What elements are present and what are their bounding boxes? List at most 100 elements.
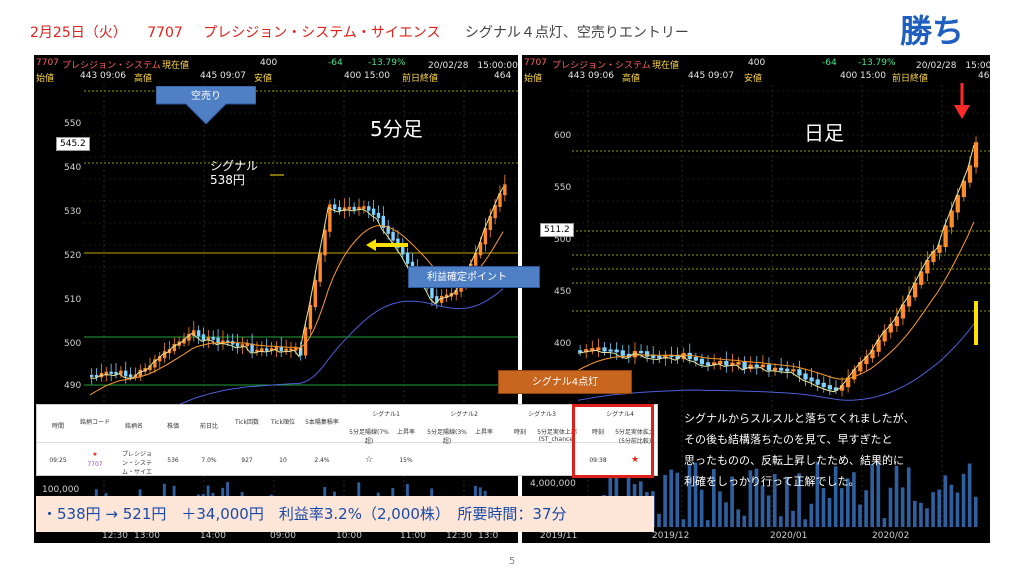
candle <box>196 330 201 337</box>
candle <box>602 347 607 352</box>
x-tick: 09:00 <box>270 531 296 541</box>
volume-bar <box>657 513 661 527</box>
volume-bar <box>724 502 728 527</box>
left-prev-label: 前日終値 <box>402 74 439 84</box>
th-accum: 5本陽集積率 <box>305 419 339 426</box>
volume-bar <box>699 489 704 527</box>
th-name: 銘柄名 <box>124 423 143 430</box>
th-change: 前日比 <box>199 423 218 430</box>
candle <box>162 351 167 359</box>
th-signal1: シグナル1 <box>372 411 400 418</box>
signal4-highlight-box <box>572 404 654 478</box>
volume-bar <box>864 490 868 527</box>
volume-bar <box>779 516 783 527</box>
left-quote-header: 7707 プレシジョン・システム 現在値 400 -64 -13.79% 20/… <box>34 55 518 84</box>
candle <box>405 252 410 264</box>
candle <box>124 370 128 377</box>
y-tick: 550 <box>64 119 82 129</box>
candle <box>503 184 507 196</box>
candle <box>337 207 342 211</box>
candle <box>596 347 601 351</box>
right-now-label: 現在値 <box>652 61 680 71</box>
left-high-label: 高値 <box>134 74 153 84</box>
candle <box>608 349 613 352</box>
candle <box>201 334 206 341</box>
moving-average-line <box>577 221 975 380</box>
x-tick: 2020/01 <box>770 531 808 541</box>
th-tick-count: Tick回数 <box>235 419 259 426</box>
left-high: 445 09:07 <box>200 71 246 81</box>
volume-bar <box>955 492 960 527</box>
volume-bar <box>919 502 923 527</box>
y-tick: 510 <box>64 295 82 305</box>
candle <box>967 165 973 183</box>
candle <box>439 295 444 303</box>
candle <box>973 142 979 168</box>
right-name: プレシジョン・システム <box>552 61 651 71</box>
candle <box>754 364 759 368</box>
th-code: 銘柄コード <box>79 419 110 426</box>
volume-bar <box>925 508 929 527</box>
page-number: 5 <box>508 556 516 567</box>
slide-title: 2月25日（火） 7707 プレシジョン・システム・サイエンス シグナル４点灯、… <box>30 22 689 42</box>
left-now-label: 現在値 <box>162 61 190 71</box>
candle <box>391 231 395 241</box>
candle <box>352 206 356 210</box>
y-tick: 600 <box>554 131 572 141</box>
left-name: プレシジョン・システム <box>62 61 161 71</box>
candle <box>347 206 352 210</box>
volume-bar <box>766 495 771 527</box>
timeframe-5min-label: 5分足 <box>370 117 423 141</box>
right-prev-label: 前日終値 <box>892 74 929 84</box>
candle <box>323 229 327 256</box>
sell-point-arrow-icon <box>954 105 970 119</box>
th-time: 時間 <box>51 423 64 430</box>
candle <box>766 364 772 371</box>
candle <box>371 208 376 215</box>
candle <box>211 336 215 340</box>
th-sub: 5分足陽線(7%超) <box>349 429 389 445</box>
volume-bar <box>803 519 808 527</box>
candle <box>705 362 711 366</box>
candle <box>791 369 796 372</box>
x-tick: 10:00 <box>336 531 362 541</box>
volume-bar <box>675 472 680 527</box>
volume-bar <box>937 489 942 527</box>
volume-bar <box>888 487 893 527</box>
profit-take-callout: 利益確定ポイント <box>408 266 540 288</box>
candle <box>779 367 784 371</box>
y-tick: 520 <box>64 251 82 261</box>
y-tick: 500 <box>554 235 572 245</box>
table-row: 09:25 ★ 7707 プレシジョン・システム・サイエ 536 7.0% 92… <box>37 445 657 476</box>
candle <box>742 361 747 369</box>
volume-bar <box>839 488 844 527</box>
favorite-star-icon: ★ <box>92 451 98 458</box>
moving-average-line <box>577 323 975 401</box>
x-tick: 11:00 <box>400 531 426 541</box>
candle <box>578 350 583 353</box>
candle <box>797 369 802 376</box>
left-low: 400 15:00 <box>344 71 390 81</box>
right-datetime: 20/02/28 15:00:00 <box>916 61 990 71</box>
left-prev: 464 <box>494 71 512 81</box>
candle <box>313 279 317 308</box>
left-chg: -64 <box>328 58 343 68</box>
left-low-label: 安値 <box>254 74 273 84</box>
signal-label: シグナル 538円 <box>210 159 259 187</box>
comment-text: シグナルからスルスルと落ちてくれましたが、 その後も結構落ちたのを見て、早すぎた… <box>684 412 915 488</box>
volume-tick: 4,000,000 <box>530 479 576 489</box>
candle <box>736 361 741 365</box>
right-quote-header: 7707 プレシジョン・システム 現在値 400 -64 -13.79% 20/… <box>522 55 990 84</box>
trade-result: ・538円 → 521円 ＋34,000円 利益率3.2%（2,000株） 所要… <box>36 496 654 532</box>
candle <box>760 364 765 368</box>
candle <box>90 374 94 377</box>
th-tick-rank: Tick順位 <box>271 419 295 426</box>
volume-tick: 100,000 <box>42 485 80 495</box>
volume-bar <box>858 504 862 527</box>
candle <box>367 206 371 211</box>
td-price: 536 <box>167 457 179 464</box>
left-now: 400 <box>260 58 278 68</box>
th-price: 株価 <box>166 423 179 430</box>
candle <box>699 358 705 365</box>
left-open-label: 始値 <box>36 74 55 84</box>
